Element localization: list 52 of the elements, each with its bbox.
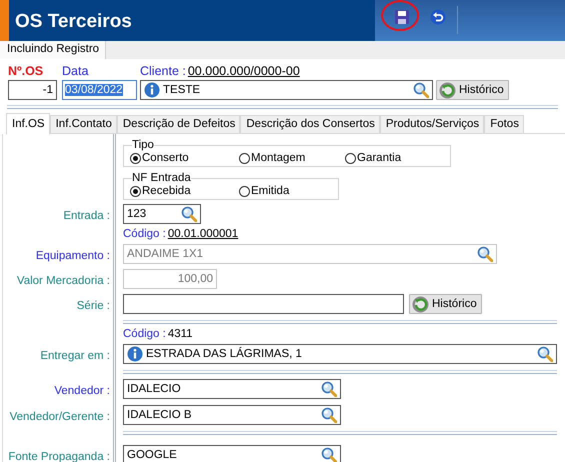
client-code-link[interactable]: 00.000.000/0000-00 bbox=[188, 64, 300, 80]
search-icon[interactable] bbox=[181, 206, 197, 222]
field-label: Entrada : bbox=[63, 210, 110, 222]
date-label: Data bbox=[62, 64, 90, 80]
search-icon[interactable] bbox=[321, 381, 337, 397]
radio-option[interactable]: Garantia bbox=[345, 151, 445, 165]
code-label: Código : bbox=[123, 328, 166, 340]
radio-option[interactable]: Montagem bbox=[239, 151, 345, 165]
history-icon bbox=[412, 296, 429, 312]
lookup-field[interactable]: GOOGLE bbox=[123, 445, 341, 462]
save-icon[interactable] bbox=[394, 9, 410, 25]
group-label: NF Entrada bbox=[132, 172, 191, 184]
radio-option[interactable]: Conserto bbox=[130, 151, 239, 165]
history-button[interactable]: Histórico bbox=[409, 294, 482, 314]
tab[interactable]: Fotos bbox=[484, 115, 524, 133]
field-label: Vendedor : bbox=[54, 385, 110, 397]
lookup-field[interactable]: IDALECIO B bbox=[123, 405, 341, 425]
tab[interactable]: Descrição de Defeitos bbox=[116, 115, 240, 133]
lookup-field[interactable]: IDALECIO bbox=[123, 379, 341, 399]
search-icon[interactable] bbox=[537, 346, 553, 362]
text-field[interactable] bbox=[123, 294, 404, 314]
tab[interactable]: Descrição dos Consertos bbox=[240, 115, 380, 133]
date-field[interactable]: 03/08/2022 bbox=[62, 80, 137, 100]
search-icon[interactable] bbox=[321, 447, 337, 462]
field-label: Série : bbox=[76, 300, 110, 312]
client-field[interactable]: TESTE bbox=[140, 80, 433, 100]
back-icon[interactable] bbox=[430, 9, 446, 25]
field-label: Entregar em : bbox=[40, 350, 110, 362]
code-link[interactable]: 00.01.000001 bbox=[168, 228, 238, 240]
mode-tab[interactable]: Incluindo Registro bbox=[0, 41, 106, 59]
code-label: Código : bbox=[123, 228, 166, 240]
code-value: 4311 bbox=[168, 328, 193, 340]
lookup-field[interactable]: ESTRADA DAS LÁGRIMAS, 1 bbox=[123, 344, 557, 364]
search-icon[interactable] bbox=[321, 407, 337, 423]
history-button[interactable]: Histórico bbox=[436, 80, 509, 100]
os-number-label: Nº.OS bbox=[8, 64, 44, 80]
field-label: Equipamento : bbox=[36, 250, 110, 262]
lookup-field[interactable]: 123 bbox=[123, 204, 201, 224]
tab[interactable]: Produtos/Serviços bbox=[380, 115, 484, 133]
client-label: Cliente : bbox=[140, 64, 186, 80]
radio-option[interactable]: Emitida bbox=[239, 184, 345, 198]
info-icon bbox=[144, 82, 160, 98]
group-label: Tipo bbox=[132, 139, 154, 151]
os-number-field[interactable]: -1 bbox=[8, 80, 57, 100]
history-icon bbox=[439, 82, 456, 98]
search-icon[interactable] bbox=[413, 82, 429, 98]
field-label: Valor Mercadoria : bbox=[16, 275, 110, 287]
tab[interactable]: Inf.Contato bbox=[50, 115, 117, 133]
window-title: OS Terceiros bbox=[14, 10, 133, 34]
tab[interactable]: Inf.OS bbox=[6, 113, 50, 135]
field-label: Vendedor/Gerente : bbox=[10, 411, 110, 423]
radio-option[interactable]: Recebida bbox=[130, 184, 239, 198]
